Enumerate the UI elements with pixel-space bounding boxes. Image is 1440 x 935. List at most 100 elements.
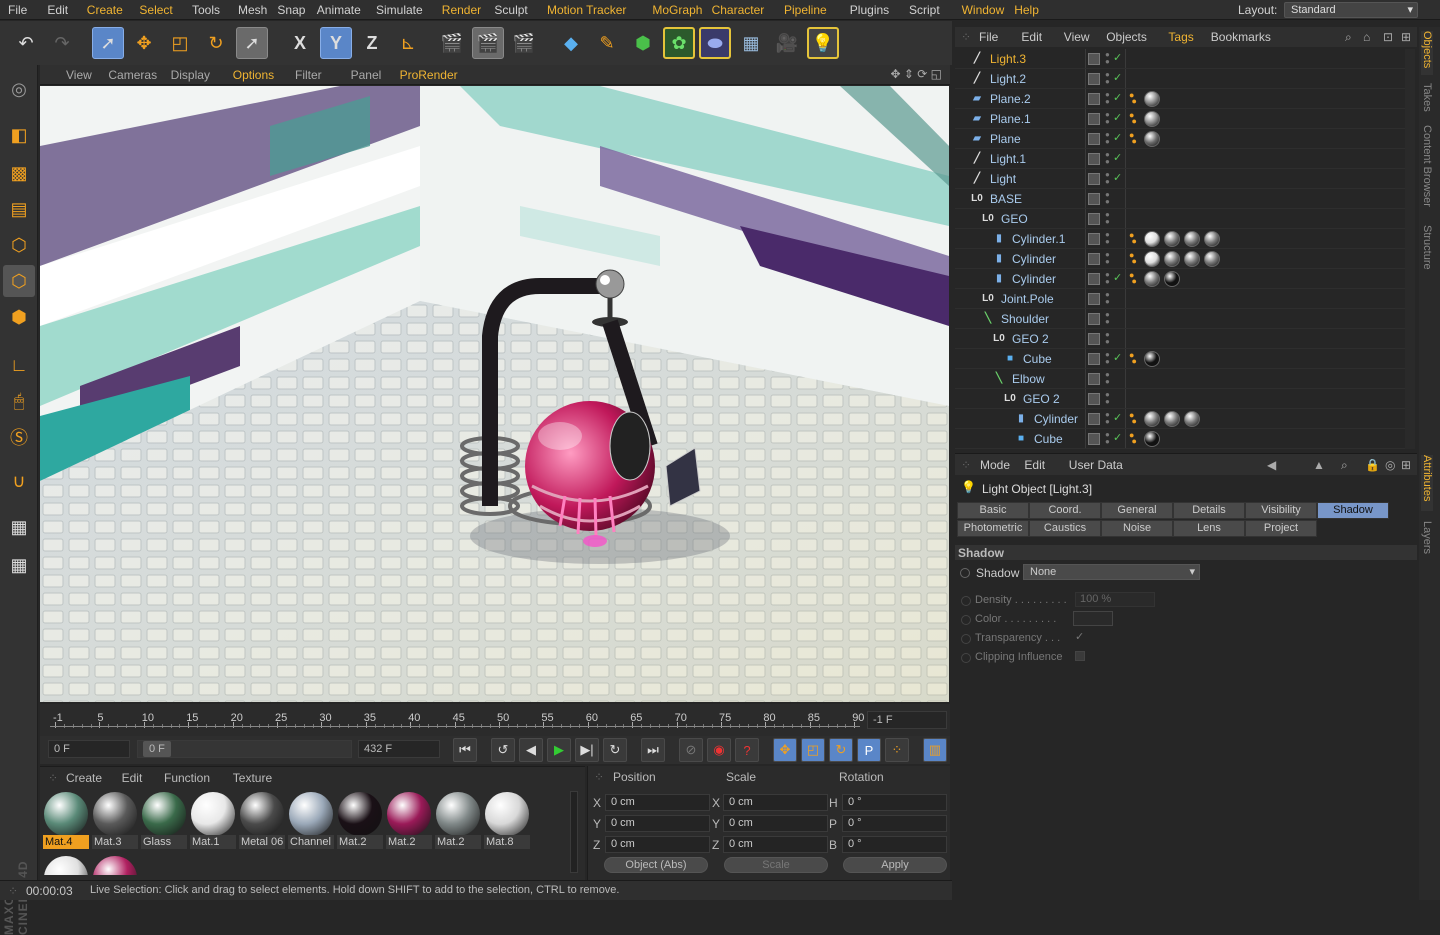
material-swatch[interactable]: Mat.2 [435, 791, 481, 849]
lock-icon[interactable]: 🔒 [1365, 458, 1380, 472]
material-menu-edit[interactable]: Edit [122, 771, 143, 785]
key-scale-icon[interactable]: ◰ [801, 738, 825, 762]
visibility-dots-icon[interactable]: ● ● [1105, 91, 1111, 107]
scale-field[interactable]: 0 cm [723, 836, 828, 853]
viewport-menu-filter[interactable]: Filter [295, 68, 322, 82]
layer-checkbox[interactable] [1088, 293, 1100, 305]
material-tag-icon[interactable] [1144, 271, 1160, 287]
layer-checkbox[interactable] [1088, 193, 1100, 205]
play-icon[interactable]: ▶ [547, 738, 571, 762]
timeline-end-field[interactable]: -1 F [867, 711, 947, 729]
material-tag-icon[interactable] [1144, 251, 1160, 267]
new-window-icon[interactable]: ⊡ [1383, 30, 1393, 44]
menu-motion-tracker[interactable]: Motion Tracker [547, 3, 626, 17]
layer-checkbox[interactable] [1088, 113, 1100, 125]
deformer-icon[interactable]: ⬬ [699, 27, 731, 59]
camera-icon[interactable]: 🎥 [771, 27, 803, 59]
material-swatch[interactable]: Metal 06 [239, 791, 285, 849]
visibility-dots-icon[interactable]: ● ● [1105, 51, 1111, 67]
tab-layers[interactable]: Layers [1421, 521, 1433, 554]
tab-caustics[interactable]: Caustics [1029, 520, 1101, 537]
target-icon[interactable]: ◎ [1385, 458, 1395, 472]
menu-file[interactable]: File [8, 3, 27, 17]
viewport-menu-cameras[interactable]: Cameras [108, 68, 157, 82]
viewport-menu-options[interactable]: Options [233, 68, 274, 82]
visibility-dots-icon[interactable]: ● ● [1105, 391, 1111, 407]
transparency-checkbox[interactable]: ✓ [1075, 630, 1087, 643]
material-tag-icon[interactable] [1204, 231, 1220, 247]
enabled-check-icon[interactable]: ✓ [1113, 431, 1122, 444]
viewport-menu-prorender[interactable]: ProRender [400, 68, 458, 82]
key-pla-icon[interactable]: ⁘ [885, 738, 909, 762]
density-field[interactable]: 100 % [1075, 592, 1155, 607]
scale-field[interactable]: 0 cm [723, 815, 828, 832]
next-key-icon[interactable]: ↻ [603, 738, 627, 762]
menu-tools[interactable]: Tools [192, 3, 220, 17]
object-row[interactable]: L0 GEO 2 ● ● [955, 389, 1405, 409]
rotate-icon[interactable]: ↻ [200, 27, 232, 59]
record-icon[interactable]: ◉ [707, 738, 731, 762]
range-slider[interactable]: 0 F [137, 740, 352, 758]
material-swatch[interactable]: Mat.4 [43, 791, 89, 849]
shadow-keyframe-icon[interactable] [960, 568, 970, 578]
material-tag-icon[interactable] [1184, 231, 1200, 247]
material-tag-icon[interactable] [1144, 411, 1160, 427]
layer-checkbox[interactable] [1088, 173, 1100, 185]
enabled-check-icon[interactable]: ✓ [1113, 151, 1122, 164]
tab-attributes[interactable]: Attributes [1421, 455, 1433, 511]
enabled-check-icon[interactable]: ✓ [1113, 411, 1122, 424]
material-swatch[interactable] [92, 855, 138, 875]
param-keyframe-icon[interactable] [961, 596, 971, 606]
tab-noise[interactable]: Noise [1101, 520, 1173, 537]
layer-checkbox[interactable] [1088, 373, 1100, 385]
menu-mograph[interactable]: MoGraph [652, 3, 702, 17]
menu-edit[interactable]: Edit [47, 3, 68, 17]
home-icon[interactable]: ⌂ [1363, 30, 1370, 44]
object-menu-bookmarks[interactable]: Bookmarks [1211, 30, 1271, 44]
position-field[interactable]: 0 cm [605, 815, 710, 832]
polygons-mode-icon[interactable]: ⬢ [3, 301, 35, 333]
search-icon[interactable]: ⌕ [1345, 30, 1352, 45]
visibility-dots-icon[interactable]: ● ● [1105, 191, 1111, 207]
tab-visibility[interactable]: Visibility [1245, 502, 1317, 519]
move-icon[interactable]: ✥ [128, 27, 160, 59]
visibility-dots-icon[interactable]: ● ● [1105, 71, 1111, 87]
enabled-check-icon[interactable]: ✓ [1113, 351, 1122, 364]
key-rotation-icon[interactable]: ↻ [829, 738, 853, 762]
enabled-check-icon[interactable]: ✓ [1113, 271, 1122, 284]
visibility-dots-icon[interactable]: ● ● [1105, 351, 1111, 367]
visibility-dots-icon[interactable]: ● ● [1105, 291, 1111, 307]
autokey-icon[interactable]: ? [735, 738, 759, 762]
axis-y-button[interactable]: Y [320, 27, 352, 59]
visibility-dots-icon[interactable]: ● ● [1105, 151, 1111, 167]
menu-create[interactable]: Create [87, 3, 123, 17]
pen-icon[interactable]: ✎ [591, 27, 623, 59]
enabled-check-icon[interactable]: ✓ [1113, 91, 1122, 104]
object-menu-tags[interactable]: Tags [1168, 30, 1193, 44]
tab-lens[interactable]: Lens [1173, 520, 1245, 537]
visibility-dots-icon[interactable]: ● ● [1105, 171, 1111, 187]
material-tag-icon[interactable] [1144, 231, 1160, 247]
layer-checkbox[interactable] [1088, 253, 1100, 265]
menu-snap[interactable]: Snap [277, 3, 305, 17]
material-swatch[interactable]: Mat.2 [386, 791, 432, 849]
object-row[interactable]: ▮ Cylinder ● ● ✓ ● ● [955, 269, 1405, 289]
color-swatch[interactable] [1073, 611, 1113, 626]
object-menu-file[interactable]: File [979, 30, 998, 44]
rotation-field[interactable]: 0 ° [842, 836, 947, 853]
cloner-icon[interactable]: ✿ [663, 27, 695, 59]
material-swatch[interactable]: Mat.8 [484, 791, 530, 849]
apply-button[interactable]: Apply [843, 857, 947, 873]
object-menu-view[interactable]: View [1064, 30, 1090, 44]
tab-general[interactable]: General [1101, 502, 1173, 519]
object-row[interactable]: ▰ Plane ● ● ✓ ● ● [955, 129, 1405, 149]
material-menu-create[interactable]: Create [66, 771, 102, 785]
menu-mesh[interactable]: Mesh [238, 3, 267, 17]
subdivision-icon[interactable]: ⬢ [627, 27, 659, 59]
viewport-menu-view[interactable]: View [66, 68, 92, 82]
key-position-icon[interactable]: ✥ [773, 738, 797, 762]
expand-icon[interactable]: ⊞ [1401, 458, 1411, 472]
material-menu-texture[interactable]: Texture [233, 771, 272, 785]
key-parameter-icon[interactable]: P [857, 738, 881, 762]
material-tag-icon[interactable] [1144, 351, 1160, 367]
